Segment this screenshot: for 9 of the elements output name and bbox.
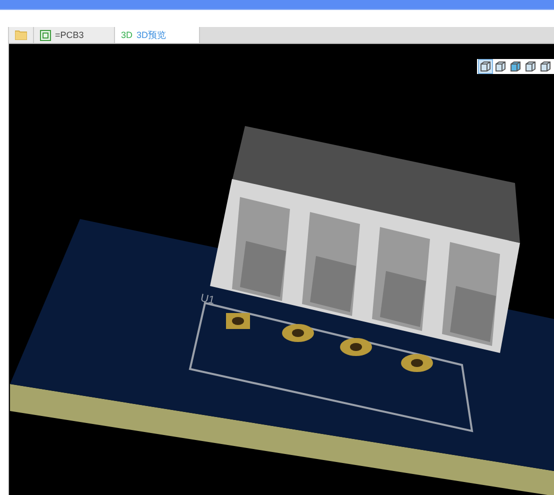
folder-icon [15, 30, 27, 40]
cube-view-icon[interactable] [539, 60, 552, 73]
document-tab[interactable]: =PCB3 [34, 27, 115, 43]
designator-label: U1 [199, 292, 216, 307]
cube-view-icon[interactable] [524, 60, 537, 73]
cube-view-icon[interactable] [494, 60, 507, 73]
board-icon [40, 30, 51, 40]
cube-view-icon[interactable] [509, 60, 522, 73]
cube-view-icon[interactable] [479, 60, 492, 73]
